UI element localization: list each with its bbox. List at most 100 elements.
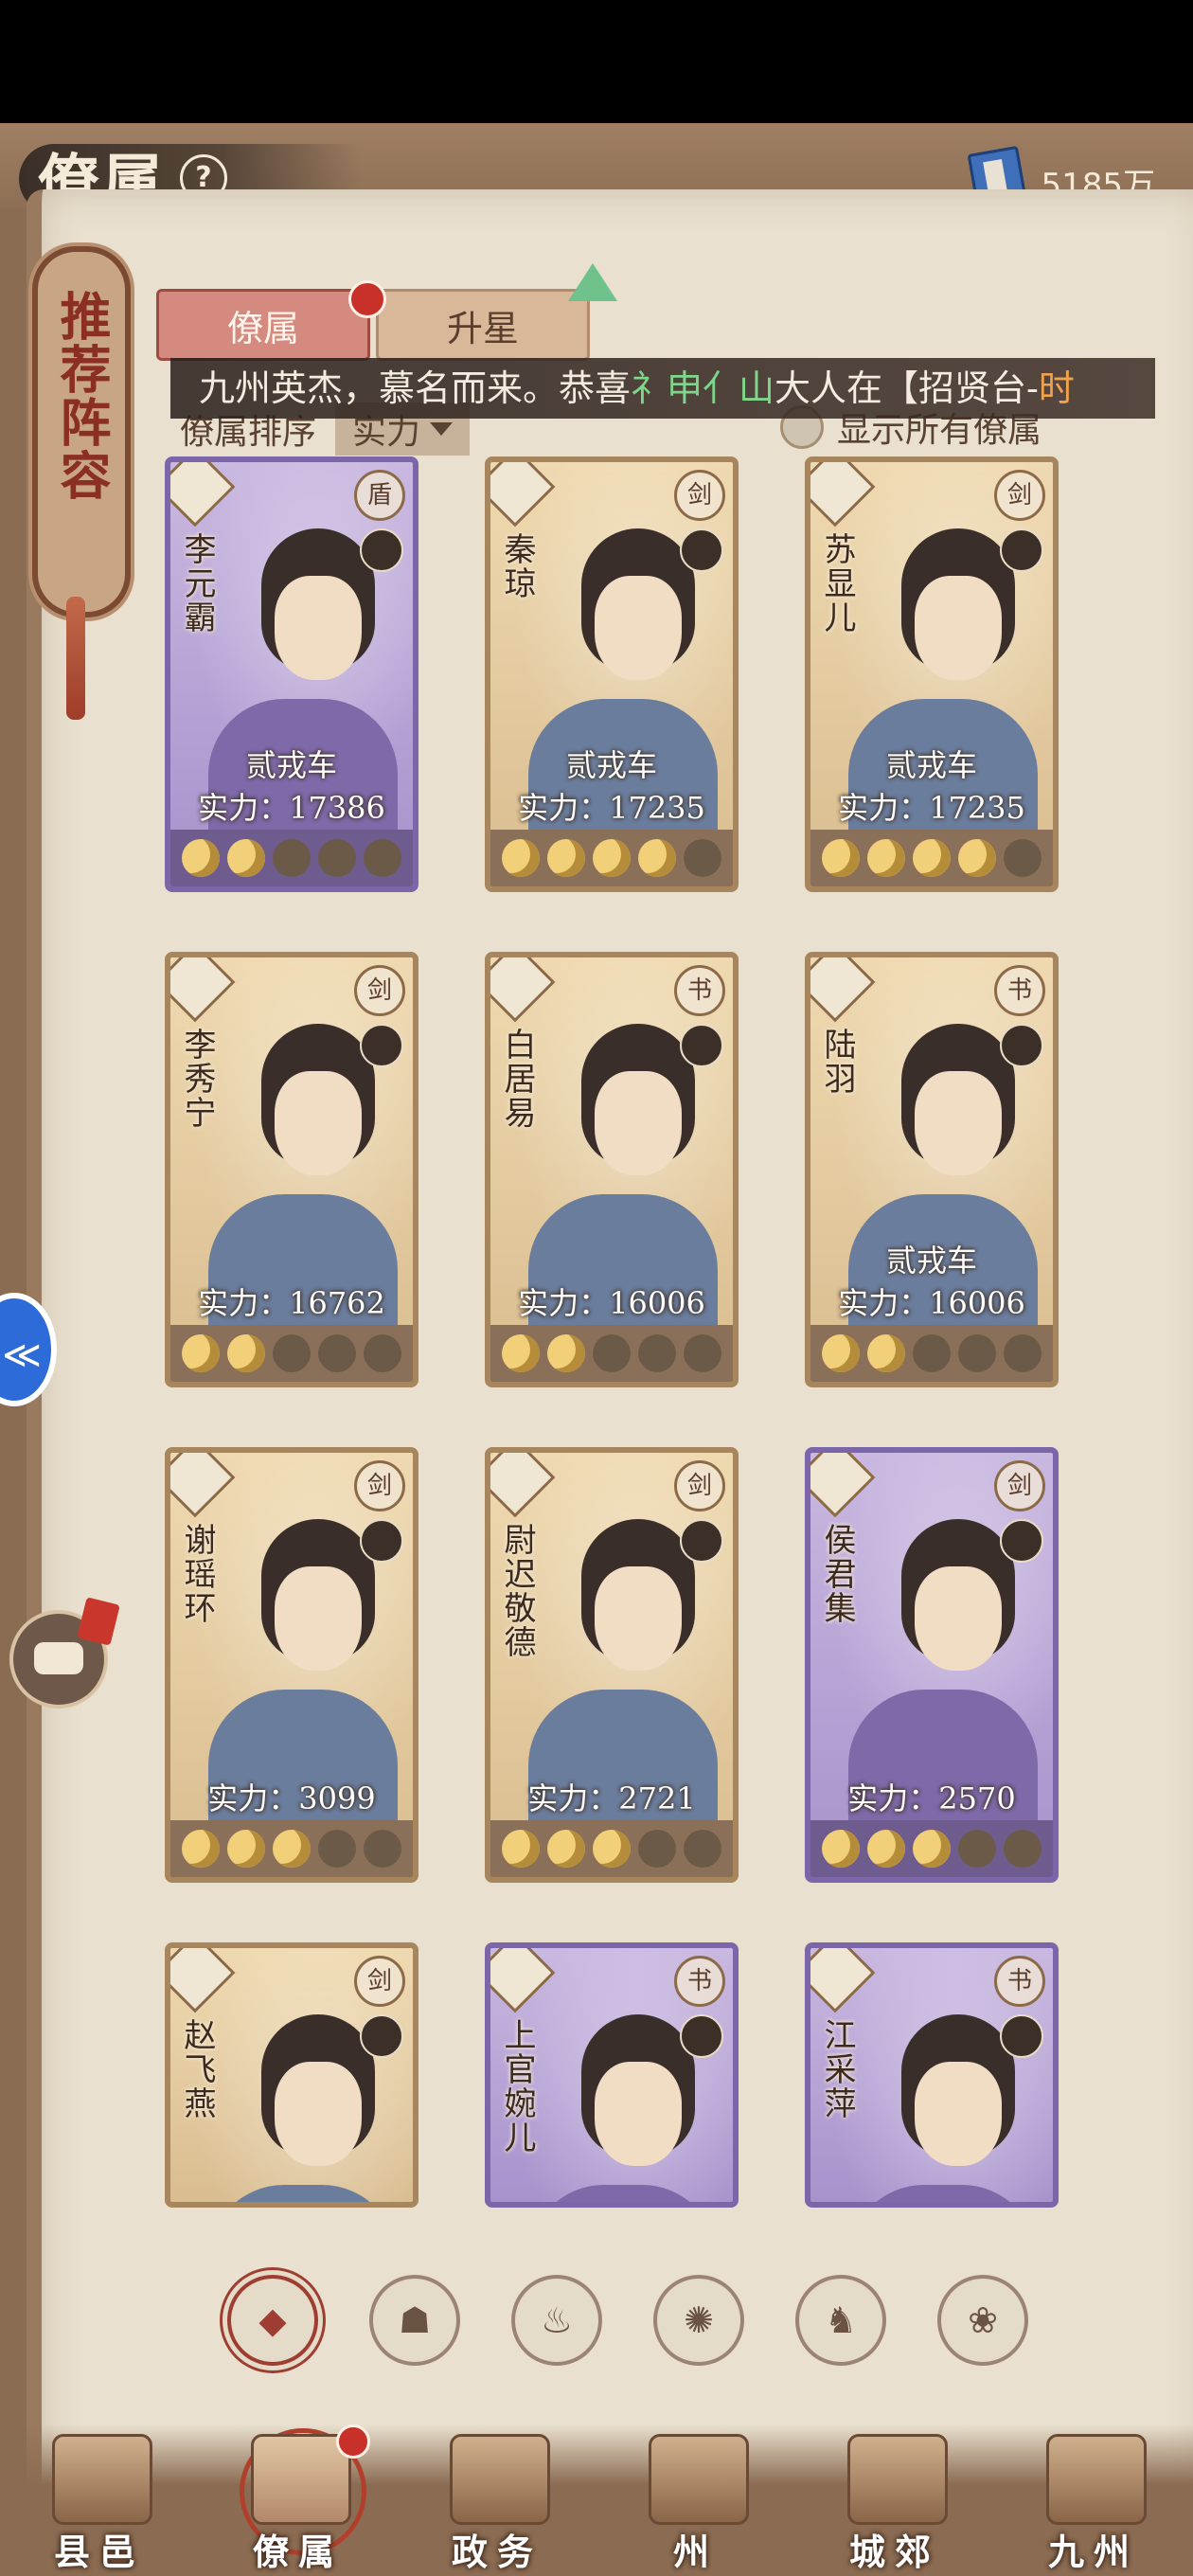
portrait-face [595, 1566, 682, 1671]
nav-item-4[interactable]: 城郊 [810, 2424, 980, 2576]
filter-military-icon[interactable]: ☗ [369, 2275, 460, 2366]
subordinate-power: 实力：17235 [518, 790, 705, 826]
nav-building-icon [847, 2434, 948, 2525]
subordinate-power: 实力：16006 [518, 1285, 705, 1321]
moon-icon [318, 839, 356, 877]
marquee-prefix: 九州英杰，慕名而来。恭喜 [199, 367, 632, 409]
moon-icon [867, 839, 905, 877]
subordinate-card[interactable]: 剑侯君集 实力：2570 [805, 1447, 1059, 1883]
moon-icon [638, 1830, 676, 1868]
announcement-marquee: 九州英杰，慕名而来。恭喜礻申亻山大人在【招贤台-时 [170, 358, 1155, 419]
subordinate-card[interactable]: 盾李元霸 贰戎车 实力：17386 [165, 456, 418, 892]
weapon-icon: 盾 [354, 470, 405, 521]
subordinate-power: 实力：17235 [838, 790, 1025, 826]
subordinate-card[interactable]: 书陆羽 贰戎车 实力：16006 [805, 952, 1059, 1387]
moon-icon [1004, 1830, 1042, 1868]
tab-star-upgrade[interactable]: 升星 [376, 289, 590, 361]
subordinate-card[interactable]: 剑苏显儿 贰戎车 实力：17235 [805, 456, 1059, 892]
portrait-face [275, 1566, 362, 1671]
subordinate-power: 实力：2721 [527, 1780, 696, 1816]
nav-item-2[interactable]: 政务 [412, 2424, 582, 2576]
filter-fan-icon[interactable]: ✺ [653, 2275, 744, 2366]
subordinate-name: 秦琼 [498, 532, 536, 600]
moon-icon [913, 1830, 951, 1868]
portrait-face [595, 576, 682, 680]
weapon-icon: 剑 [994, 1460, 1045, 1512]
nav-label: 城郊 [848, 2531, 940, 2573]
companion-avatar [360, 1519, 403, 1563]
moon-rating [810, 1820, 1053, 1877]
moon-icon [182, 1334, 220, 1372]
marquee-middle: 大人在【招贤台- [775, 367, 1039, 409]
arrow-up-icon [568, 263, 617, 301]
chevron-down-icon [430, 422, 454, 436]
portrait-face [915, 576, 1002, 680]
moon-icon [273, 839, 311, 877]
moon-rating [810, 830, 1053, 886]
filter-gourd-icon[interactable]: ♨ [511, 2275, 602, 2366]
subordinate-card[interactable]: 书江采萍 [805, 1942, 1059, 2208]
recommended-lineup-button[interactable]: 推荐阵容 [32, 246, 131, 617]
companion-avatar [360, 2014, 403, 2058]
companion-avatar [360, 1024, 403, 1067]
moon-icon [227, 1830, 265, 1868]
moon-rating [170, 830, 413, 886]
subordinate-card[interactable]: 剑李秀宁 实力：16762 [165, 952, 418, 1387]
grid-fade [151, 2207, 1098, 2263]
filter-all-icon[interactable]: ◆ [227, 2275, 318, 2366]
moon-icon [638, 839, 676, 877]
app-window: 僚属 ? 5185万 推荐阵容 僚属 升星 僚属排序 实力 显示所有僚属 九州英… [0, 123, 1193, 2576]
subordinate-card[interactable]: 剑尉迟敬德 实力：2721 [485, 1447, 739, 1883]
companion-avatar [1000, 1024, 1043, 1067]
subordinate-power: 实力：2570 [847, 1780, 1016, 1816]
portrait-face [275, 1071, 362, 1175]
floating-chat-button[interactable] [9, 1597, 120, 1708]
nav-building-icon [52, 2434, 152, 2525]
notification-dot [336, 2424, 370, 2459]
filter-row: ◆ ☗ ♨ ✺ ♞ ❀ [227, 2275, 1079, 2366]
moon-rating [490, 1325, 733, 1382]
tab-subordinates-label: 僚属 [226, 307, 299, 349]
subordinate-name: 江采萍 [818, 2018, 856, 2120]
nav-item-3[interactable]: 州 [611, 2424, 781, 2576]
tab-subordinates[interactable]: 僚属 [156, 280, 386, 361]
status-bar [0, 0, 1193, 123]
tassel-decoration [66, 597, 85, 720]
subordinate-card[interactable]: 剑谢瑶环 实力：3099 [165, 1447, 418, 1883]
subordinate-name: 苏显儿 [818, 532, 856, 635]
nav-item-0[interactable]: 县邑 [14, 2424, 185, 2576]
nav-item-5[interactable]: 九州 [1008, 2424, 1179, 2576]
moon-icon [273, 1334, 311, 1372]
subordinate-card[interactable]: 书白居易 实力：16006 [485, 952, 739, 1387]
subordinate-card[interactable]: 剑赵飞燕 [165, 1942, 418, 2208]
weapon-icon: 书 [674, 1956, 725, 2007]
nav-building-icon [1046, 2434, 1147, 2525]
moon-icon [547, 1334, 585, 1372]
subordinate-name: 尉迟敬德 [498, 1523, 536, 1659]
filter-horse-icon[interactable]: ♞ [795, 2275, 886, 2366]
moon-icon [502, 1830, 540, 1868]
moon-icon [958, 839, 996, 877]
moon-icon [1004, 1334, 1042, 1372]
subordinate-card[interactable]: 书上官婉儿 [485, 1942, 739, 2208]
subordinate-name: 谢瑶环 [178, 1523, 216, 1625]
moon-icon [822, 839, 860, 877]
nav-label: 州 [672, 2531, 719, 2573]
nav-item-1[interactable]: 僚属 [213, 2424, 383, 2576]
moon-icon [867, 1334, 905, 1372]
moon-icon [182, 1830, 220, 1868]
moon-icon [318, 1334, 356, 1372]
portrait-face [275, 2062, 362, 2166]
moon-icon [364, 1830, 401, 1868]
marquee-player-name: 礻申亻山 [631, 367, 775, 409]
moon-rating [490, 830, 733, 886]
portrait-robe [848, 2185, 1038, 2202]
portrait-face [275, 576, 362, 680]
companion-avatar [680, 1024, 723, 1067]
portrait-face [915, 1071, 1002, 1175]
filter-lotus-icon[interactable]: ❀ [937, 2275, 1028, 2366]
companion-avatar [680, 1519, 723, 1563]
moon-icon [593, 1334, 631, 1372]
moon-icon [684, 839, 721, 877]
subordinate-card[interactable]: 剑秦琼 贰戎车 实力：17235 [485, 456, 739, 892]
